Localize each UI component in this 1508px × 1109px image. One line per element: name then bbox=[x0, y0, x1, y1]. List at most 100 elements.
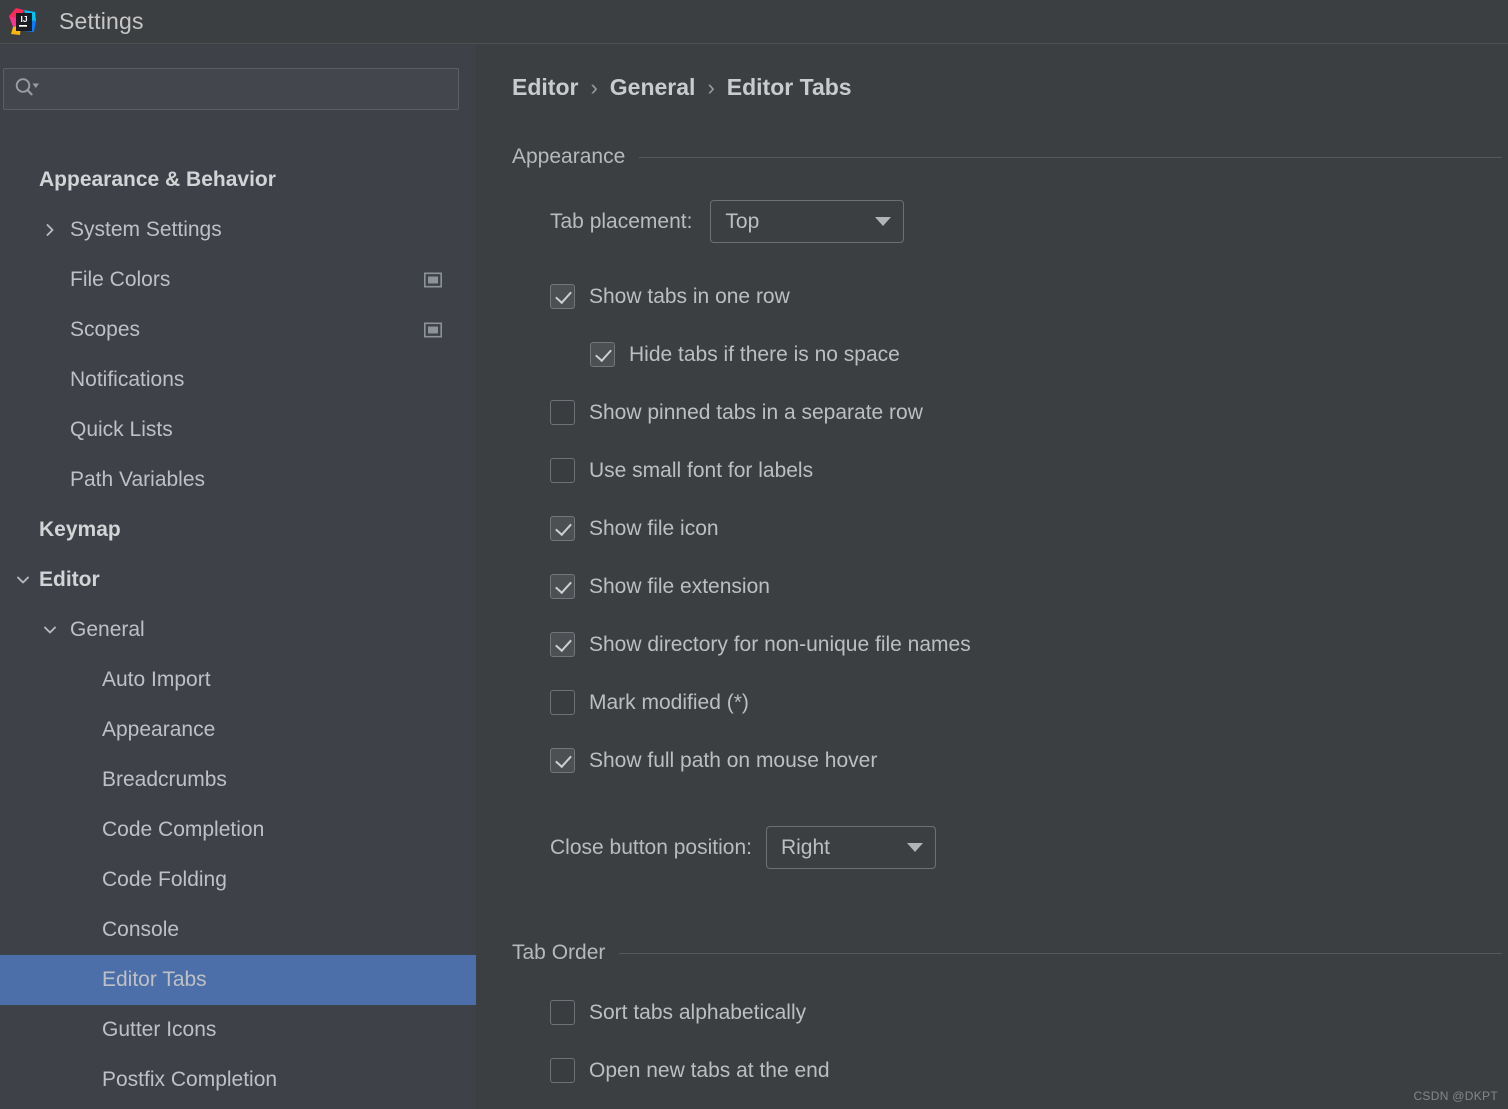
sidebar-item-label: Quick Lists bbox=[70, 418, 173, 441]
sidebar-item-label: Postfix Completion bbox=[102, 1068, 278, 1091]
project-settings-badge-icon bbox=[424, 322, 442, 338]
checkbox-show-file-extension[interactable]: Show file extension bbox=[550, 574, 770, 599]
checkbox-label: Use small font for labels bbox=[589, 458, 814, 482]
window-title: Settings bbox=[59, 8, 144, 34]
sidebar-item-label: Code Folding bbox=[102, 868, 227, 891]
tab-placement-label: Tab placement: bbox=[550, 209, 693, 233]
checkbox-show-full-path-on-mouse-hover[interactable]: Show full path on mouse hover bbox=[550, 748, 877, 773]
tab-placement-select[interactable]: Top bbox=[710, 200, 905, 243]
checkbox-label: Show full path on mouse hover bbox=[589, 748, 878, 772]
checkbox-checked-icon[interactable] bbox=[550, 574, 575, 599]
checkbox-unchecked-icon[interactable] bbox=[550, 400, 575, 425]
sidebar-item-label: Gutter Icons bbox=[102, 1018, 217, 1041]
sidebar-item-keymap[interactable]: Keymap bbox=[0, 505, 476, 555]
checkbox-show-file-icon[interactable]: Show file icon bbox=[550, 516, 719, 541]
sidebar-item-label: Code Completion bbox=[102, 818, 265, 841]
window-title-bar: IJ Settings bbox=[0, 0, 1508, 44]
checkbox-unchecked-icon[interactable] bbox=[550, 690, 575, 715]
sidebar-item-auto-import[interactable]: Auto Import bbox=[0, 655, 476, 705]
search-icon bbox=[14, 77, 40, 102]
checkbox-label: Hide tabs if there is no space bbox=[629, 342, 900, 366]
checkbox-label: Show file extension bbox=[589, 574, 770, 598]
sidebar-item-file-colors[interactable]: File Colors bbox=[0, 255, 476, 305]
checkbox-mark-modified[interactable]: Mark modified (*) bbox=[550, 690, 749, 715]
sidebar-item-label: Appearance bbox=[102, 718, 216, 741]
breadcrumb-separator: › bbox=[590, 74, 598, 100]
breadcrumb-item-general[interactable]: General bbox=[610, 74, 696, 101]
checkbox-unchecked-icon[interactable] bbox=[550, 1058, 575, 1083]
sidebar-item-breadcrumbs[interactable]: Breadcrumbs bbox=[0, 755, 476, 805]
sidebar-item-label: General bbox=[70, 618, 145, 641]
tab-placement-value: Top bbox=[725, 209, 760, 233]
checkbox-show-directory-for-non-unique-file-names[interactable]: Show directory for non-unique file names bbox=[550, 632, 971, 657]
breadcrumb-separator: › bbox=[707, 74, 715, 100]
sidebar-item-label: System Settings bbox=[70, 218, 222, 241]
checkbox-checked-icon[interactable] bbox=[550, 632, 575, 657]
sidebar-item-label: Breadcrumbs bbox=[102, 768, 227, 791]
watermark: CSDN @DKPT bbox=[1413, 1089, 1498, 1103]
breadcrumb-item-editor-tabs: Editor Tabs bbox=[726, 74, 852, 100]
sidebar-scrollbar-track[interactable] bbox=[456, 45, 476, 1109]
sidebar-item-postfix-completion[interactable]: Postfix Completion bbox=[0, 1055, 476, 1105]
checkbox-label: Show file icon bbox=[589, 516, 719, 540]
checkbox-show-pinned-tabs-in-a-separate-row[interactable]: Show pinned tabs in a separate row bbox=[550, 400, 923, 425]
sidebar-item-code-completion[interactable]: Code Completion bbox=[0, 805, 476, 855]
sidebar-item-system-settings[interactable]: System Settings bbox=[0, 205, 476, 255]
close-button-position-select[interactable]: Right bbox=[765, 826, 936, 869]
close-button-position-label: Close button position: bbox=[550, 835, 752, 859]
checkbox-label: Mark modified (*) bbox=[589, 690, 749, 714]
sidebar-item-scopes[interactable]: Scopes bbox=[0, 305, 476, 355]
checkbox-label: Show tabs in one row bbox=[589, 284, 790, 308]
checkbox-checked-icon[interactable] bbox=[590, 342, 615, 367]
section-header-appearance: Appearance bbox=[512, 145, 1502, 169]
sidebar-item-smart-keys[interactable]: Smart Keys bbox=[0, 1105, 476, 1109]
search-field-wrapper[interactable] bbox=[3, 68, 459, 110]
checkbox-open-new-tabs-at-the-end[interactable]: Open new tabs at the end bbox=[550, 1058, 830, 1083]
search-box[interactable] bbox=[3, 68, 459, 110]
close-button-position-value: Right bbox=[780, 835, 830, 859]
sidebar-item-console[interactable]: Console bbox=[0, 905, 476, 955]
sidebar-item-editor-tabs[interactable]: Editor Tabs bbox=[0, 955, 476, 1005]
checkbox-checked-icon[interactable] bbox=[550, 748, 575, 773]
settings-main-panel: Editor › General › Editor Tabs Appearance Ta… bbox=[476, 45, 1508, 1109]
search-input[interactable] bbox=[40, 79, 458, 99]
checkbox-label: Show directory for non-unique file names bbox=[589, 632, 971, 656]
section-header-tab-order: Tab Order bbox=[512, 941, 1502, 965]
sidebar-item-label: Editor Tabs bbox=[102, 968, 207, 991]
sidebar-item-editor[interactable]: Editor bbox=[0, 555, 476, 605]
checkbox-sort-tabs-alphabetically[interactable]: Sort tabs alphabetically bbox=[550, 1000, 806, 1025]
sidebar-item-label: Scopes bbox=[70, 318, 141, 341]
project-settings-badge-icon bbox=[424, 272, 442, 288]
settings-tree: Appearance & Behavior System Settings File… bbox=[0, 155, 476, 1109]
sidebar-item-appearance[interactable]: Appearance bbox=[0, 705, 476, 755]
chevron-down-icon[interactable] bbox=[14, 571, 32, 589]
sidebar-item-label: Notifications bbox=[70, 368, 185, 391]
sidebar-item-appearance-behavior[interactable]: Appearance & Behavior bbox=[0, 155, 476, 205]
checkbox-hide-tabs-if-there-is-no-space[interactable]: Hide tabs if there is no space bbox=[590, 342, 900, 367]
checkbox-use-small-font-for-labels[interactable]: Use small font for labels bbox=[550, 458, 813, 483]
svg-text:IJ: IJ bbox=[20, 14, 27, 24]
checkbox-show-tabs-in-one-row[interactable]: Show tabs in one row bbox=[550, 284, 790, 309]
section-divider bbox=[619, 952, 1502, 954]
sidebar-item-gutter-icons[interactable]: Gutter Icons bbox=[0, 1005, 476, 1055]
sidebar-item-notifications[interactable]: Notifications bbox=[0, 355, 476, 405]
sidebar-item-general[interactable]: General bbox=[0, 605, 476, 655]
sidebar-item-path-variables[interactable]: Path Variables bbox=[0, 455, 476, 505]
checkbox-checked-icon[interactable] bbox=[550, 516, 575, 541]
chevron-right-icon[interactable] bbox=[41, 221, 59, 239]
chevron-down-icon[interactable] bbox=[41, 621, 59, 639]
checkbox-checked-icon[interactable] bbox=[550, 284, 575, 309]
checkbox-label: Open new tabs at the end bbox=[589, 1058, 830, 1082]
checkbox-unchecked-icon[interactable] bbox=[550, 458, 575, 483]
sidebar-item-label: Console bbox=[102, 918, 180, 941]
breadcrumb-item-editor[interactable]: Editor bbox=[512, 74, 578, 101]
checkbox-unchecked-icon[interactable] bbox=[550, 1000, 575, 1025]
sidebar-item-code-folding[interactable]: Code Folding bbox=[0, 855, 476, 905]
intellij-idea-logo-icon: IJ bbox=[8, 7, 38, 37]
close-button-position-row: Close button position: Right bbox=[550, 826, 936, 869]
checkbox-label: Show pinned tabs in a separate row bbox=[589, 400, 923, 424]
sidebar-item-quick-lists[interactable]: Quick Lists bbox=[0, 405, 476, 455]
section-title-appearance: Appearance bbox=[512, 145, 626, 168]
breadcrumb: Editor › General › Editor Tabs bbox=[512, 74, 852, 101]
settings-sidebar: Appearance & Behavior System Settings File… bbox=[0, 45, 476, 1109]
